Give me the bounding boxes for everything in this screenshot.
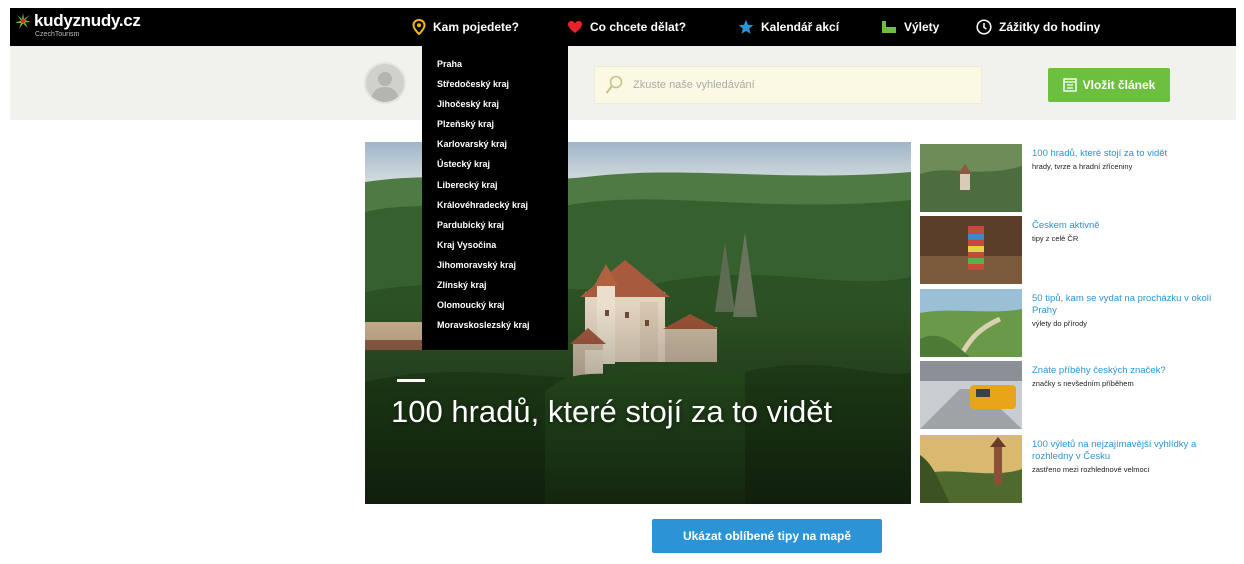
dropdown-item-praha[interactable]: Praha bbox=[437, 54, 568, 74]
side-text: 100 hradů, které stojí za to vidět hrady… bbox=[1032, 148, 1232, 172]
dropdown-item-zlinsky[interactable]: Zlínský kraj bbox=[437, 275, 568, 295]
star-icon bbox=[738, 19, 754, 35]
top-navigation-bar: kudyznudy.cz CzechTourism Kam pojedete? … bbox=[10, 8, 1236, 46]
document-icon bbox=[1062, 78, 1077, 92]
dropdown-item-karlovarsky[interactable]: Karlovarský kraj bbox=[437, 134, 568, 154]
side-thumbnail bbox=[920, 361, 1022, 429]
nav-label: Kalendář akcí bbox=[761, 20, 840, 34]
side-article[interactable]: 100 výletů na nejzajímavější vyhlídky a … bbox=[920, 435, 1236, 503]
side-title[interactable]: 100 hradů, které stojí za to vidět bbox=[1032, 148, 1232, 160]
dropdown-item-olomoucky[interactable]: Olomoucký kraj bbox=[437, 295, 568, 315]
side-title[interactable]: Znáte příběhy českých značek? bbox=[1032, 365, 1232, 377]
side-thumbnail bbox=[920, 216, 1022, 284]
side-thumbnail bbox=[920, 435, 1022, 503]
hero-title[interactable]: 100 hradů, které stojí za to vidět bbox=[391, 392, 861, 432]
hero-accent-line bbox=[397, 379, 425, 382]
dropdown-item-moravskoslezsky[interactable]: Moravskoslezský kraj bbox=[437, 315, 568, 335]
nav-label: Co chcete dělat? bbox=[590, 20, 687, 34]
nav-label: Výlety bbox=[904, 20, 940, 34]
nav-label: Zážitky do hodiny bbox=[999, 20, 1101, 34]
search-icon bbox=[605, 75, 623, 95]
dropdown-item-ustecky[interactable]: Ústecký kraj bbox=[437, 154, 568, 174]
side-subtitle: hrady, tvrze a hradní zříceniny bbox=[1032, 162, 1133, 171]
add-article-button[interactable]: Vložit článek bbox=[1048, 68, 1170, 102]
side-title[interactable]: Českem aktivně bbox=[1032, 220, 1232, 232]
nav-events-calendar[interactable]: Kalendář akcí bbox=[738, 8, 839, 46]
side-thumbnail bbox=[920, 289, 1022, 357]
dropdown-item-liberecky[interactable]: Liberecký kraj bbox=[437, 175, 568, 195]
search-input[interactable] bbox=[633, 79, 953, 91]
side-subtitle: zastřeno mezi rozhlednové velmoci bbox=[1032, 465, 1150, 474]
side-subtitle: výlety do přírody bbox=[1032, 319, 1088, 328]
side-thumbnail bbox=[920, 144, 1022, 212]
side-subtitle: značky s nevšedním příběhem bbox=[1032, 379, 1134, 388]
show-tips-on-map-button[interactable]: Ukázat oblíbené tipy na mapě bbox=[652, 519, 882, 553]
dropdown-item-pardubicky[interactable]: Pardubický kraj bbox=[437, 215, 568, 235]
dropdown-item-stredocesky[interactable]: Středočeský kraj bbox=[437, 74, 568, 94]
side-subtitle: tipy z celé ČR bbox=[1032, 234, 1079, 243]
side-text: Českem aktivně tipy z celé ČR bbox=[1032, 220, 1232, 244]
side-article[interactable]: Znáte příběhy českých značek? značky s n… bbox=[920, 361, 1236, 429]
user-avatar[interactable] bbox=[364, 62, 406, 104]
side-text: 50 tipů, kam se vydat na procházku v oko… bbox=[1032, 293, 1232, 329]
dropdown-item-kralovehradecky[interactable]: Královéhradecký kraj bbox=[437, 195, 568, 215]
side-title[interactable]: 50 tipů, kam se vydat na procházku v oko… bbox=[1032, 293, 1232, 317]
add-article-label: Vložit článek bbox=[1082, 78, 1156, 92]
site-logo[interactable]: kudyznudy.cz CzechTourism bbox=[14, 10, 164, 42]
dropdown-item-jihocesky[interactable]: Jihočeský kraj bbox=[437, 94, 568, 114]
clock-icon bbox=[976, 19, 992, 35]
side-text: Znáte příběhy českých značek? značky s n… bbox=[1032, 365, 1232, 389]
logo-star-icon bbox=[15, 13, 31, 29]
dropdown-item-plzensky[interactable]: Plzeňský kraj bbox=[437, 114, 568, 134]
side-article[interactable]: 100 hradů, které stojí za to vidět hrady… bbox=[920, 144, 1236, 212]
side-title[interactable]: 100 výletů na nejzajímavější vyhlídky a … bbox=[1032, 439, 1232, 463]
nav-experiences-hour[interactable]: Zážitky do hodiny bbox=[976, 8, 1100, 46]
region-dropdown-menu: Praha Středočeský kraj Jihočeský kraj Pl… bbox=[422, 46, 568, 350]
secondary-header: Vložit článek bbox=[10, 46, 1236, 120]
user-icon bbox=[371, 72, 399, 102]
dropdown-item-jihomoravsky[interactable]: Jihomoravský kraj bbox=[437, 255, 568, 275]
logo-text: kudyznudy.cz bbox=[34, 11, 141, 30]
side-text: 100 výletů na nejzajímavější vyhlídky a … bbox=[1032, 439, 1232, 475]
hiking-icon bbox=[881, 20, 897, 34]
logo-tagline: CzechTourism bbox=[35, 31, 80, 38]
side-article[interactable]: Českem aktivně tipy z celé ČR bbox=[920, 216, 1236, 284]
side-article[interactable]: 50 tipů, kam se vydat na procházku v oko… bbox=[920, 289, 1236, 357]
location-pin-icon bbox=[412, 19, 426, 35]
nav-label: Kam pojedete? bbox=[433, 20, 520, 34]
heart-icon bbox=[567, 20, 583, 34]
search-box[interactable] bbox=[594, 66, 982, 104]
nav-trips[interactable]: Výlety bbox=[881, 8, 939, 46]
dropdown-item-vysocina[interactable]: Kraj Vysočina bbox=[437, 235, 568, 255]
nav-what-to-do[interactable]: Co chcete dělat? bbox=[567, 8, 686, 46]
nav-where-to-go[interactable]: Kam pojedete? bbox=[412, 8, 519, 46]
